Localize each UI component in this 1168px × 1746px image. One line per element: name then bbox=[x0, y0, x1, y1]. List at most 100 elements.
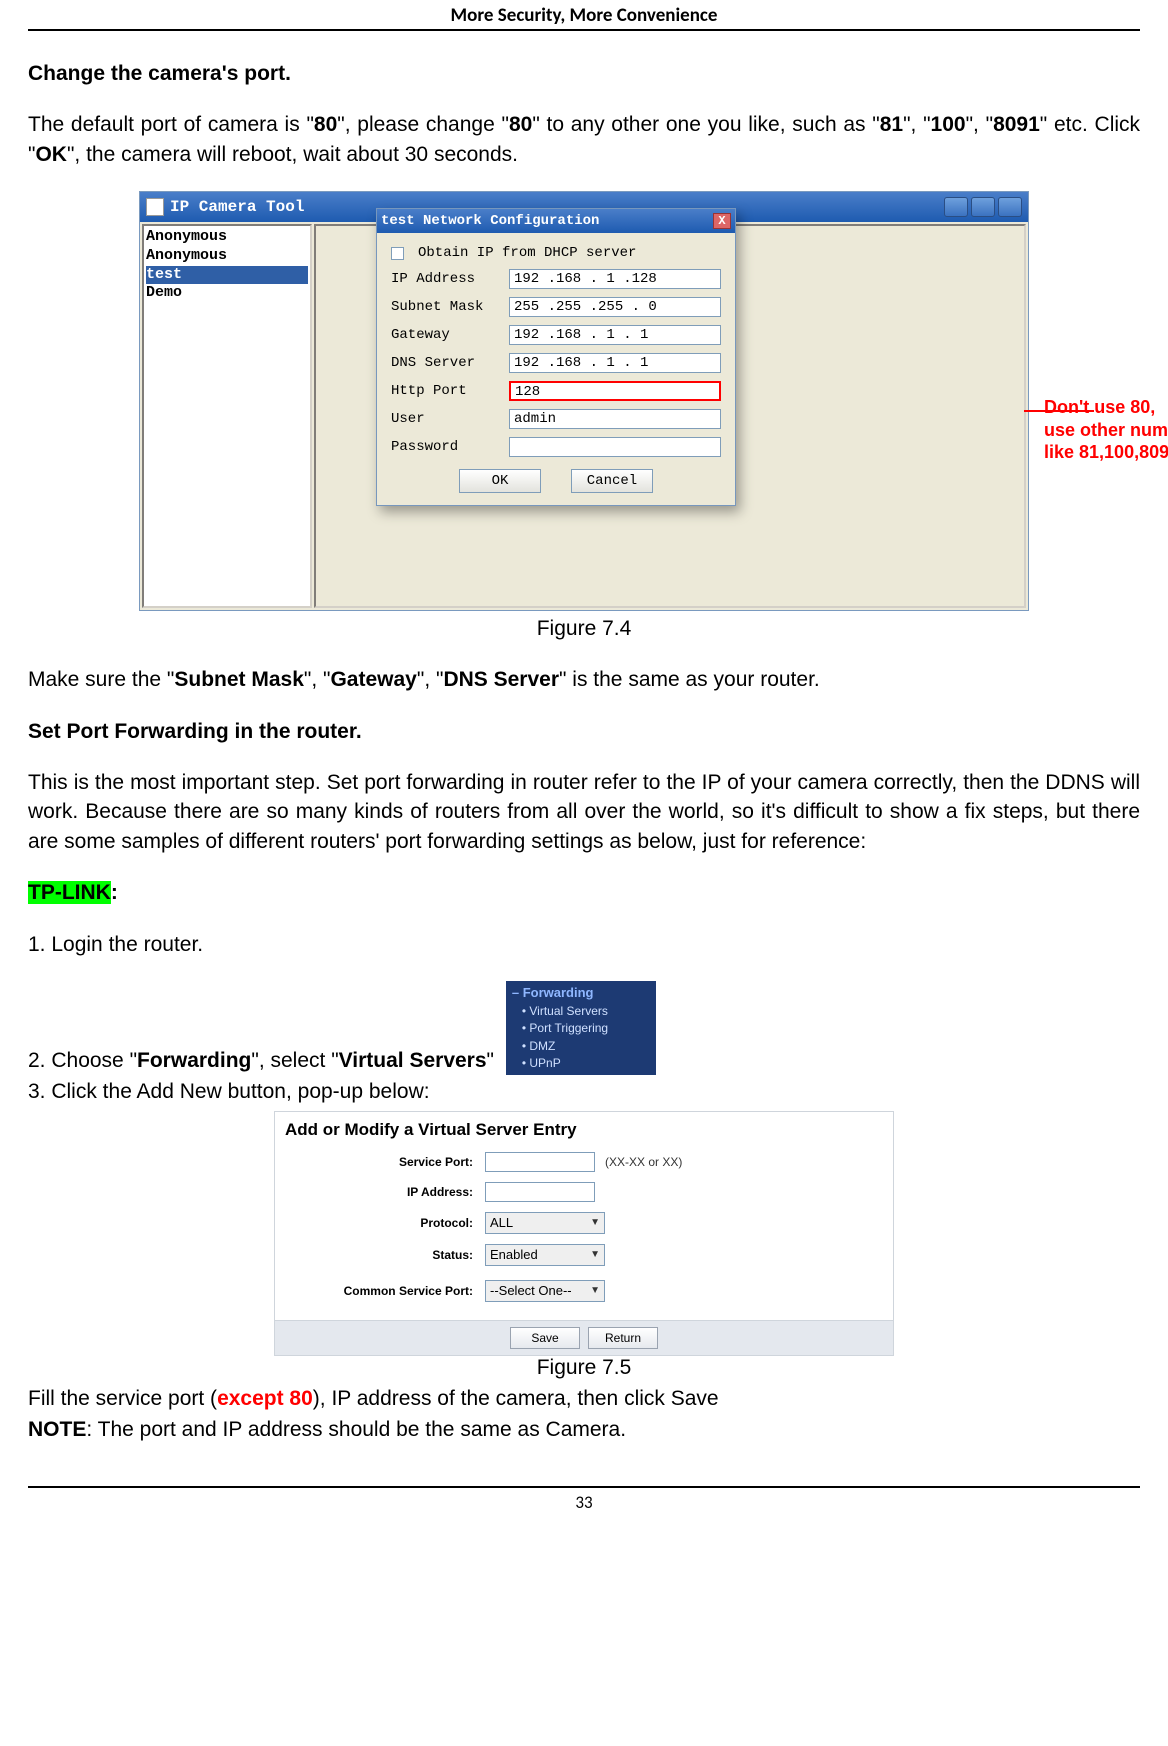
tplink-highlight: TP-LINK bbox=[28, 881, 111, 904]
text: ", " bbox=[304, 668, 331, 691]
common-port-value: --Select One-- bbox=[490, 1283, 572, 1298]
list-item-selected[interactable]: test bbox=[146, 266, 308, 285]
tplink-step1: 1. Login the router. bbox=[28, 930, 1140, 959]
bold-81: 81 bbox=[880, 113, 903, 136]
menu-item[interactable]: DMZ bbox=[512, 1038, 656, 1055]
chevron-down-icon: ▼ bbox=[590, 1249, 600, 1260]
dialog-close-button[interactable]: X bbox=[713, 213, 731, 229]
mask-label: Subnet Mask bbox=[391, 299, 501, 315]
bold-80a: 80 bbox=[314, 113, 337, 136]
section-title-change-port: Change the camera's port. bbox=[28, 59, 1140, 88]
text: " is the same as your router. bbox=[559, 668, 820, 691]
port-label: Http Port bbox=[391, 383, 501, 399]
status-select[interactable]: Enabled ▼ bbox=[485, 1244, 605, 1266]
note-line2: use other number bbox=[1044, 420, 1168, 440]
minimize-button[interactable] bbox=[944, 197, 968, 217]
common-port-select[interactable]: --Select One-- ▼ bbox=[485, 1280, 605, 1302]
menu-heading[interactable]: Forwarding bbox=[512, 984, 656, 1003]
figure-7-4-caption: Figure 7.4 bbox=[28, 617, 1140, 641]
tplink-heading: TP-LINK: bbox=[28, 878, 1140, 907]
section-title-port-fwd: Set Port Forwarding in the router. bbox=[28, 717, 1140, 746]
bold-100: 100 bbox=[931, 113, 966, 136]
text: ", " bbox=[417, 668, 444, 691]
list-item[interactable]: Anonymous bbox=[146, 247, 308, 266]
menu-item[interactable]: Virtual Servers bbox=[512, 1003, 656, 1020]
cancel-button[interactable]: Cancel bbox=[571, 469, 653, 493]
mask-input[interactable]: 255 .255 .255 . 0 bbox=[509, 297, 721, 317]
list-item[interactable]: Anonymous bbox=[146, 228, 308, 247]
note-line3: like 81,100,8091 bbox=[1044, 442, 1168, 462]
password-input[interactable] bbox=[509, 437, 721, 457]
ip-input[interactable]: 192 .168 . 1 .128 bbox=[509, 269, 721, 289]
bold-8091: 8091 bbox=[993, 113, 1040, 136]
ip-address-input[interactable] bbox=[485, 1182, 595, 1202]
http-port-input[interactable]: 128 bbox=[509, 381, 721, 401]
fill-service-port-line: Fill the service port (except 80), IP ad… bbox=[28, 1384, 1140, 1413]
gateway-label: Gateway bbox=[391, 327, 501, 343]
dialog-titlebar: test Network Configuration X bbox=[377, 209, 735, 233]
bold-forwarding: Forwarding bbox=[137, 1049, 251, 1072]
text: Make sure the " bbox=[28, 668, 174, 691]
page-footer: 33 bbox=[28, 1486, 1140, 1513]
tplink-step2: 2. Choose "Forwarding", select "Virtual … bbox=[28, 981, 1140, 1075]
bold-gateway: Gateway bbox=[330, 668, 416, 691]
port-fwd-paragraph: This is the most important step. Set por… bbox=[28, 768, 1140, 856]
text: " to any other one you like, such as " bbox=[532, 113, 879, 136]
text: ", select " bbox=[251, 1049, 338, 1072]
dialog-title: test Network Configuration bbox=[381, 213, 599, 229]
window-icon bbox=[146, 198, 164, 216]
figure-7-4: IP Camera Tool Anonymous Anonymous test … bbox=[139, 191, 1029, 611]
maximize-button[interactable] bbox=[971, 197, 995, 217]
user-label: User bbox=[391, 411, 501, 427]
dns-input[interactable]: 192 .168 . 1 . 1 bbox=[509, 353, 721, 373]
change-port-paragraph: The default port of camera is "80", plea… bbox=[28, 110, 1140, 169]
return-button[interactable]: Return bbox=[588, 1327, 658, 1349]
password-label: Password bbox=[391, 439, 501, 455]
protocol-label: Protocol: bbox=[285, 1216, 485, 1230]
ok-button[interactable]: OK bbox=[459, 469, 541, 493]
text: ", the camera will reboot, wait about 30… bbox=[67, 143, 518, 166]
except-80: except 80 bbox=[217, 1387, 313, 1410]
bold-80b: 80 bbox=[509, 113, 532, 136]
service-port-label: Service Port: bbox=[285, 1155, 485, 1169]
chevron-down-icon: ▼ bbox=[590, 1285, 600, 1296]
ip-camera-tool-window: IP Camera Tool Anonymous Anonymous test … bbox=[139, 191, 1029, 611]
user-input[interactable]: admin bbox=[509, 409, 721, 429]
protocol-select[interactable]: ALL ▼ bbox=[485, 1212, 605, 1234]
gateway-input[interactable]: 192 .168 . 1 . 1 bbox=[509, 325, 721, 345]
bold-dns: DNS Server bbox=[443, 668, 559, 691]
tplink-step3: 3. Click the Add New button, pop-up belo… bbox=[28, 1077, 1140, 1106]
close-button[interactable] bbox=[998, 197, 1022, 217]
protocol-value: ALL bbox=[490, 1215, 513, 1230]
ip-label: IP Address bbox=[391, 271, 501, 287]
text: Fill the service port ( bbox=[28, 1387, 217, 1410]
note-line1: Don't use 80, bbox=[1044, 397, 1155, 417]
window-canvas: test Network Configuration X Obtain IP f… bbox=[314, 224, 1026, 608]
chevron-down-icon: ▼ bbox=[590, 1217, 600, 1228]
service-port-hint: (XX-XX or XX) bbox=[605, 1155, 682, 1169]
text: The default port of camera is " bbox=[28, 113, 314, 136]
service-port-input[interactable] bbox=[485, 1152, 595, 1172]
tplink-virtual-server-form: Add or Modify a Virtual Server Entry Ser… bbox=[274, 1111, 894, 1356]
subnet-gateway-note: Make sure the "Subnet Mask", "Gateway", … bbox=[28, 665, 1140, 694]
network-config-dialog: test Network Configuration X Obtain IP f… bbox=[376, 208, 736, 506]
form-title: Add or Modify a Virtual Server Entry bbox=[275, 1112, 893, 1144]
menu-item[interactable]: UPnP bbox=[512, 1055, 656, 1072]
menu-item[interactable]: Port Triggering bbox=[512, 1020, 656, 1037]
tplink-colon: : bbox=[111, 881, 118, 904]
save-button[interactable]: Save bbox=[510, 1327, 580, 1349]
dhcp-checkbox[interactable] bbox=[391, 247, 404, 260]
port-callout-note: Don't use 80, use other number like 81,1… bbox=[1044, 396, 1168, 464]
camera-list[interactable]: Anonymous Anonymous test Demo bbox=[142, 224, 312, 608]
common-port-label: Common Service Port: bbox=[285, 1284, 485, 1298]
page-header: More Security, More Convenience bbox=[28, 0, 1140, 31]
status-value: Enabled bbox=[490, 1247, 538, 1262]
note-bold: NOTE bbox=[28, 1418, 86, 1441]
bold-subnet: Subnet Mask bbox=[174, 668, 304, 691]
text: 2. Choose " bbox=[28, 1049, 137, 1072]
ip-address-label: IP Address: bbox=[285, 1185, 485, 1199]
text: " bbox=[487, 1049, 494, 1072]
list-item[interactable]: Demo bbox=[146, 284, 308, 303]
text: ", please change " bbox=[337, 113, 509, 136]
note-line: NOTE: The port and IP address should be … bbox=[28, 1415, 1140, 1444]
